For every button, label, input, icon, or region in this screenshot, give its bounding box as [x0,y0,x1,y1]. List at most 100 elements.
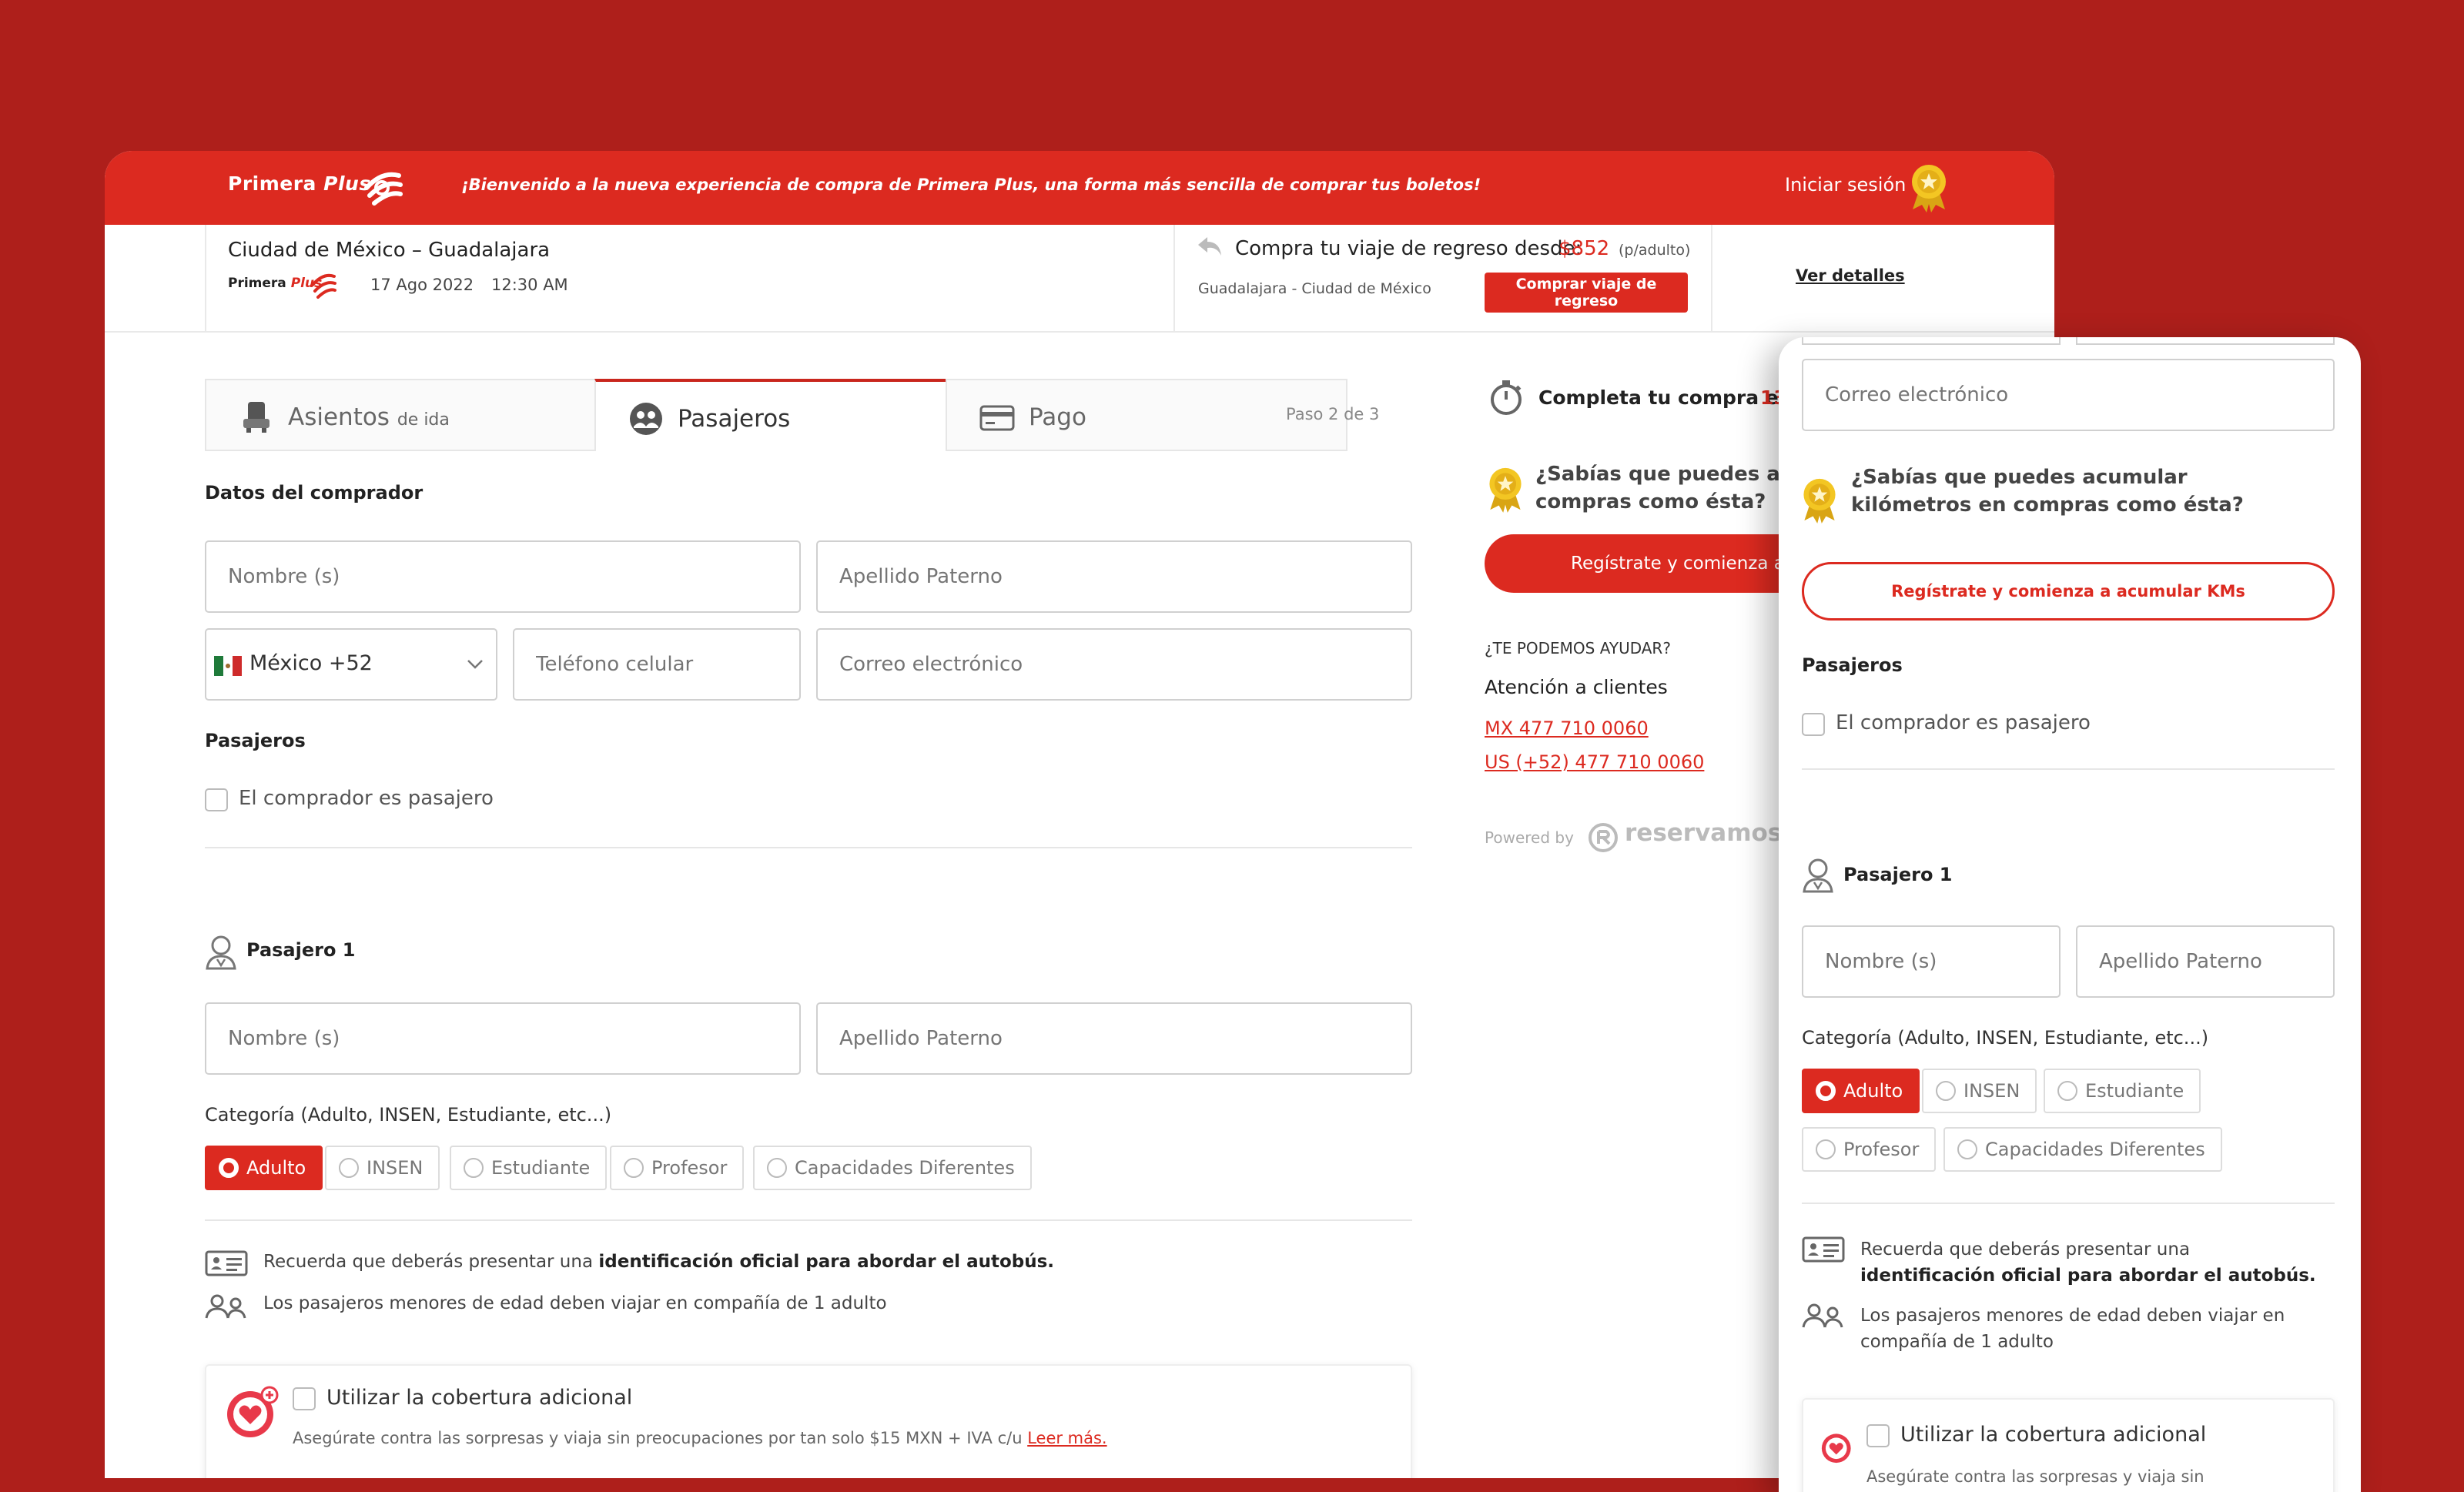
category-label-text: Adulto [246,1157,306,1179]
mobile-coverage-title[interactable]: Utilizar la cobertura adicional [1900,1423,2206,1447]
return-price-unit: (p/adulto) [1619,242,1691,259]
buyer-is-passenger-label[interactable]: El comprador es pasajero [239,787,494,810]
carrier-name: Primera [228,276,286,291]
mobile-passenger-first-name-input[interactable] [1802,925,2061,998]
mobile-passenger-1-title: Pasajero 1 [1843,864,1953,885]
heart-shield-icon [1821,1433,1851,1464]
mobile-register-button[interactable]: Regístrate y comienza a acumular KMs [1802,562,2335,621]
mobile-email-input[interactable] [1802,359,2335,431]
category-label-text: Profesor [1843,1139,1920,1160]
mobile-category-capacidades-diferentes[interactable]: Capacidades Diferentes [1943,1127,2222,1172]
buy-return-trip-button[interactable]: Comprar viaje de regreso [1485,273,1688,313]
mobile-category-label: Categoría (Adulto, INSEN, Estudiante, et… [1802,1027,2209,1049]
step-indicator: Paso 2 de 3 [1286,405,1380,423]
category-label-text: INSEN [1964,1080,2020,1102]
passenger-1-title: Pasajero 1 [246,939,356,961]
divider [1802,1203,2335,1204]
coverage-text: Asegúrate contra las sorpresas y viaja s… [293,1429,1028,1447]
coverage-title[interactable]: Utilizar la cobertura adicional [326,1386,632,1410]
main-browser-card: Primera Plus ¡Bienvenido a la nueva expe… [105,151,2054,1478]
help-title: ¿TE PODEMOS AYUDAR? [1485,639,1671,657]
divider [1711,225,1712,333]
carrier-logo: Primera Plus [228,276,322,291]
mobile-id-reminder: Recuerda que deberás presentar una ident… [1860,1236,2330,1289]
mobile-buyer-is-passenger-checkbox[interactable] [1802,713,1825,736]
mobile-passenger-last-name-input[interactable] [2076,925,2335,998]
passenger-icon [1803,858,1833,893]
radio-dot [1936,1081,1956,1101]
buyer-first-name-input[interactable] [205,540,801,613]
heart-shield-icon [227,1386,279,1437]
seat-icon [243,402,270,433]
passenger-first-name-input[interactable] [205,1002,801,1075]
mobile-category-insen[interactable]: INSEN [1922,1069,2037,1113]
cut-off-field [1802,337,2061,345]
medal-icon [1803,478,1836,524]
brand-logo-text[interactable]: Primera Plus [228,172,371,195]
radio-dot [464,1158,484,1178]
return-trip-route: Guadalajara - Ciudad de México [1198,280,1431,297]
phone-us-link[interactable]: US (+52) 477 710 0060 [1485,751,1704,773]
coverage-card: Utilizar la cobertura adicional Asegúrat… [205,1364,1412,1478]
coverage-description: Asegúrate contra las sorpresas y viaja s… [293,1429,1107,1447]
id-reminder: Recuerda que deberás presentar una ident… [263,1252,1054,1272]
login-link[interactable]: Iniciar sesión [1785,174,1906,196]
minors-reminder: Los pasajeros menores de edad deben viaj… [263,1293,887,1313]
divider [1173,225,1175,333]
reservamos-logo-icon [1589,823,1618,852]
id-reminder-bold: identificación oficial para abordar el a… [1860,1266,2316,1286]
category-capacidades-diferentes[interactable]: Capacidades Diferentes [753,1146,1032,1190]
return-trip-label: Compra tu viaje de regreso desde: [1235,237,1582,260]
see-details-link[interactable]: Ver detalles [1796,266,1905,285]
read-more-link[interactable]: Leer más. [1027,1429,1106,1447]
category-label-text: INSEN [367,1157,424,1179]
radio-dot [2057,1081,2077,1101]
radio-dot [1957,1139,1977,1159]
welcome-message: ¡Bienvenido a la nueva experiencia de co… [461,176,1481,194]
header-bar: Primera Plus ¡Bienvenido a la nueva expe… [105,151,2054,225]
mobile-coverage-checkbox[interactable] [1866,1424,1890,1447]
radio-dot [767,1158,787,1178]
category-label-text: Adulto [1843,1080,1903,1102]
divider [205,1219,1412,1221]
phone-mx-link[interactable]: MX 477 710 0060 [1485,718,1649,739]
phone-input[interactable] [513,628,801,701]
stopwatch-icon [1491,380,1522,415]
medal-icon[interactable] [1905,162,1953,212]
mobile-category-adulto[interactable]: Adulto [1802,1069,1920,1113]
category-profesor[interactable]: Profesor [610,1146,745,1190]
coverage-checkbox[interactable] [293,1387,316,1410]
mobile-km-info-text: ¿Sabías que puedes acumular kilómetros e… [1851,466,2244,517]
reservamos-brand-name: reservamos [1625,819,1783,847]
radio-dot [1816,1081,1836,1101]
mexico-flag-icon [214,656,242,676]
brand-name: Primera [228,172,316,195]
powered-by-label: Powered by [1485,828,1574,847]
id-reminder-text: Recuerda que deberás presentar una [263,1252,599,1272]
category-adulto[interactable]: Adulto [205,1146,323,1190]
radio-dot [1816,1139,1836,1159]
return-trip-price: $852 [1558,237,1610,260]
carrier-swirl-icon [311,273,336,299]
passenger-last-name-input[interactable] [816,1002,1412,1075]
category-label-text: Capacidades Diferentes [795,1157,1015,1179]
mobile-category-profesor[interactable]: Profesor [1802,1127,1937,1172]
brand-swirl-icon [364,172,403,206]
mobile-buyer-is-passenger-label[interactable]: El comprador es pasajero [1836,711,2091,734]
trip-time: 12:30 AM [491,276,568,294]
radio-dot [219,1158,239,1178]
mobile-category-estudiante[interactable]: Estudiante [2044,1069,2201,1113]
trip-summary-bar: Ciudad de México – Guadalajara Primera P… [105,225,2054,333]
divider [205,847,1412,848]
email-input[interactable] [816,628,1412,701]
id-card-icon [205,1250,248,1276]
country-code-select[interactable]: México +52 [205,628,497,701]
mobile-preview-card: ¿Sabías que puedes acumular kilómetros e… [1779,337,2361,1492]
minors-icon [1802,1303,1843,1328]
category-estudiante[interactable]: Estudiante [450,1146,608,1190]
credit-card-icon [979,405,1015,431]
category-insen[interactable]: INSEN [325,1146,440,1190]
buyer-is-passenger-checkbox[interactable] [205,788,228,811]
buyer-last-name-input[interactable] [816,540,1412,613]
id-card-icon [1802,1236,1845,1263]
